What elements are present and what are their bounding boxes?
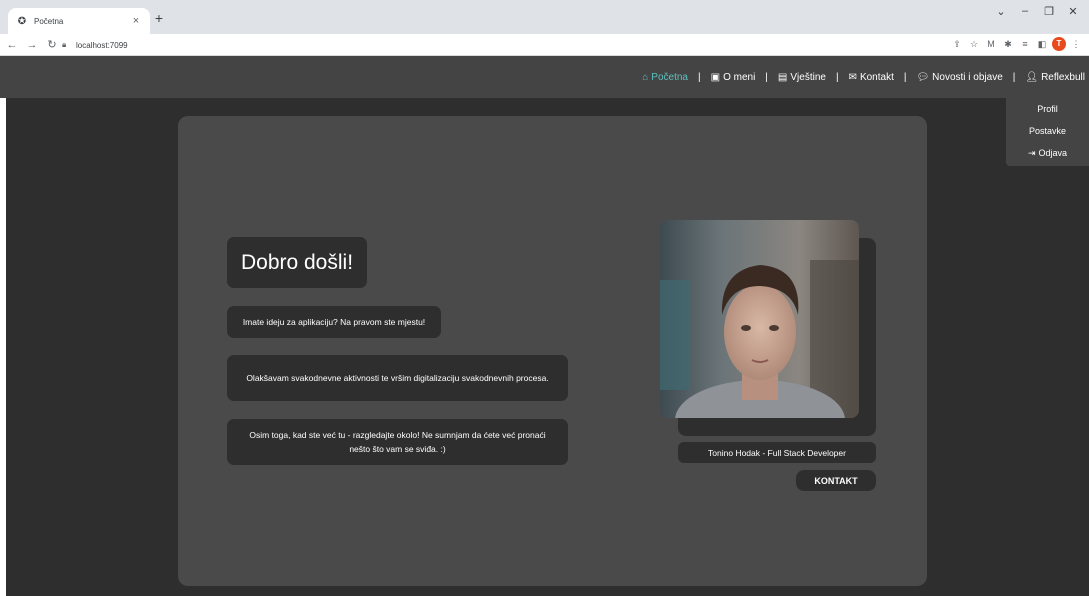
dropdown-item-odjava[interactable]: ⇥ Odjava xyxy=(1028,142,1067,164)
nav-separator: | xyxy=(903,71,907,83)
tab-strip: ✪ Početna × + ⌄ – ❐ ✕ xyxy=(0,0,1089,34)
reading-list-icon[interactable]: ≡ xyxy=(1018,37,1032,51)
share-icon[interactable]: ⇪ xyxy=(950,37,964,51)
intro-bubble: Imate ideju za aplikaciju? Na pravom ste… xyxy=(227,306,441,338)
back-icon[interactable]: ← xyxy=(4,39,20,51)
left-edge-strip xyxy=(0,98,6,596)
bookmark-star-icon[interactable]: ☆ xyxy=(967,37,981,51)
browser-tab[interactable]: ✪ Početna × xyxy=(8,8,150,34)
lock-icon[interactable]: 🔒︎ xyxy=(62,40,72,50)
dropdown-item-postavke[interactable]: Postavke xyxy=(1029,120,1066,142)
reload-icon[interactable]: ↻ xyxy=(44,38,60,51)
extension-m-icon[interactable]: M xyxy=(984,37,998,51)
explore-bubble: Osim toga, kad ste već tu - razgledajte … xyxy=(227,419,568,465)
close-tab-icon[interactable]: × xyxy=(130,15,142,27)
nav-label: O meni xyxy=(723,71,756,83)
profile-photo xyxy=(660,220,859,418)
nav-item-user[interactable]: 👤︎ Reflexbull xyxy=(1025,72,1085,83)
nav-item-pocetna[interactable]: ⌂ Početna xyxy=(642,72,688,83)
photo-caption: Tonino Hodak - Full Stack Developer xyxy=(678,442,876,463)
logout-icon: ⇥ xyxy=(1027,148,1036,158)
new-tab-icon[interactable]: + xyxy=(152,11,166,25)
address-bar[interactable]: 🔒︎ localhost:7099 xyxy=(62,37,942,53)
nav-label: Kontakt xyxy=(859,71,894,83)
forward-icon[interactable]: → xyxy=(24,39,40,51)
nav-item-o-meni[interactable]: ▣ O meni xyxy=(711,72,756,83)
menu-icon[interactable]: ⋮ xyxy=(1069,37,1083,51)
extensions-puzzle-icon[interactable]: ✱ xyxy=(1001,37,1015,51)
nav-label: Vještine xyxy=(790,71,826,83)
comments-icon: 💬︎ xyxy=(916,71,930,83)
hero-card: Dobro došli! Imate ideju za aplikaciju? … xyxy=(178,116,927,586)
nav-label: Reflexbull xyxy=(1041,71,1085,83)
nav-item-vjestine[interactable]: ▤ Vještine xyxy=(778,72,826,83)
browser-window: ✪ Početna × + ⌄ – ❐ ✕ ← → ↻ 🔒︎ localhost… xyxy=(0,0,1089,596)
dropdown-item-profil[interactable]: Profil xyxy=(1037,98,1058,120)
nav-label: Novosti i objave xyxy=(932,71,1003,83)
side-panel-icon[interactable]: ◧ xyxy=(1035,37,1049,51)
url-text[interactable]: localhost:7099 xyxy=(76,41,128,50)
window-controls: ⌄ – ❐ ✕ xyxy=(989,5,1085,18)
welcome-heading: Dobro došli! xyxy=(227,237,367,288)
user-icon: 👤︎ xyxy=(1025,71,1039,83)
site-navbar: ⌂ Početna | ▣ O meni | ▤ Vještine | ✉ Ko… xyxy=(0,56,1089,98)
tab-search-icon[interactable]: ⌄ xyxy=(989,5,1013,18)
tab-title: Početna xyxy=(34,16,64,26)
nav-separator: | xyxy=(765,71,768,83)
favicon-icon: ✪ xyxy=(17,15,27,27)
description-bubble: Olakšavam svakodnevne aktivnosti te vrši… xyxy=(227,355,568,401)
id-card-icon: ▣ xyxy=(710,71,721,83)
close-window-icon[interactable]: ✕ xyxy=(1061,5,1085,18)
browser-toolbar: ← → ↻ 🔒︎ localhost:7099 ⇪ ☆ M ✱ ≡ ◧ T ⋮ xyxy=(0,34,1089,56)
minimize-icon[interactable]: – xyxy=(1013,5,1037,18)
nav-separator: | xyxy=(698,71,701,83)
envelope-icon: ✉ xyxy=(848,71,857,83)
notebook-icon: ▤ xyxy=(777,71,788,83)
nav-separator: | xyxy=(835,71,839,83)
dropdown-label: Odjava xyxy=(1038,148,1068,158)
user-dropdown-menu: Profil Postavke ⇥ Odjava xyxy=(1006,94,1089,166)
portrait-image xyxy=(660,220,859,418)
kontakt-button[interactable]: KONTAKT xyxy=(796,470,876,491)
restore-icon[interactable]: ❐ xyxy=(1037,5,1061,18)
nav-item-kontakt[interactable]: ✉ Kontakt xyxy=(849,72,894,83)
toolbar-icons: ⇪ ☆ M ✱ ≡ ◧ T ⋮ xyxy=(950,37,1083,51)
home-icon: ⌂ xyxy=(642,71,649,83)
nav-label: Početna xyxy=(651,71,688,83)
page: ⌂ Početna | ▣ O meni | ▤ Vještine | ✉ Ko… xyxy=(0,56,1089,596)
profile-avatar[interactable]: T xyxy=(1052,37,1066,51)
nav-separator: | xyxy=(1012,71,1016,83)
nav-item-novosti[interactable]: 💬︎ Novosti i objave xyxy=(916,72,1002,83)
